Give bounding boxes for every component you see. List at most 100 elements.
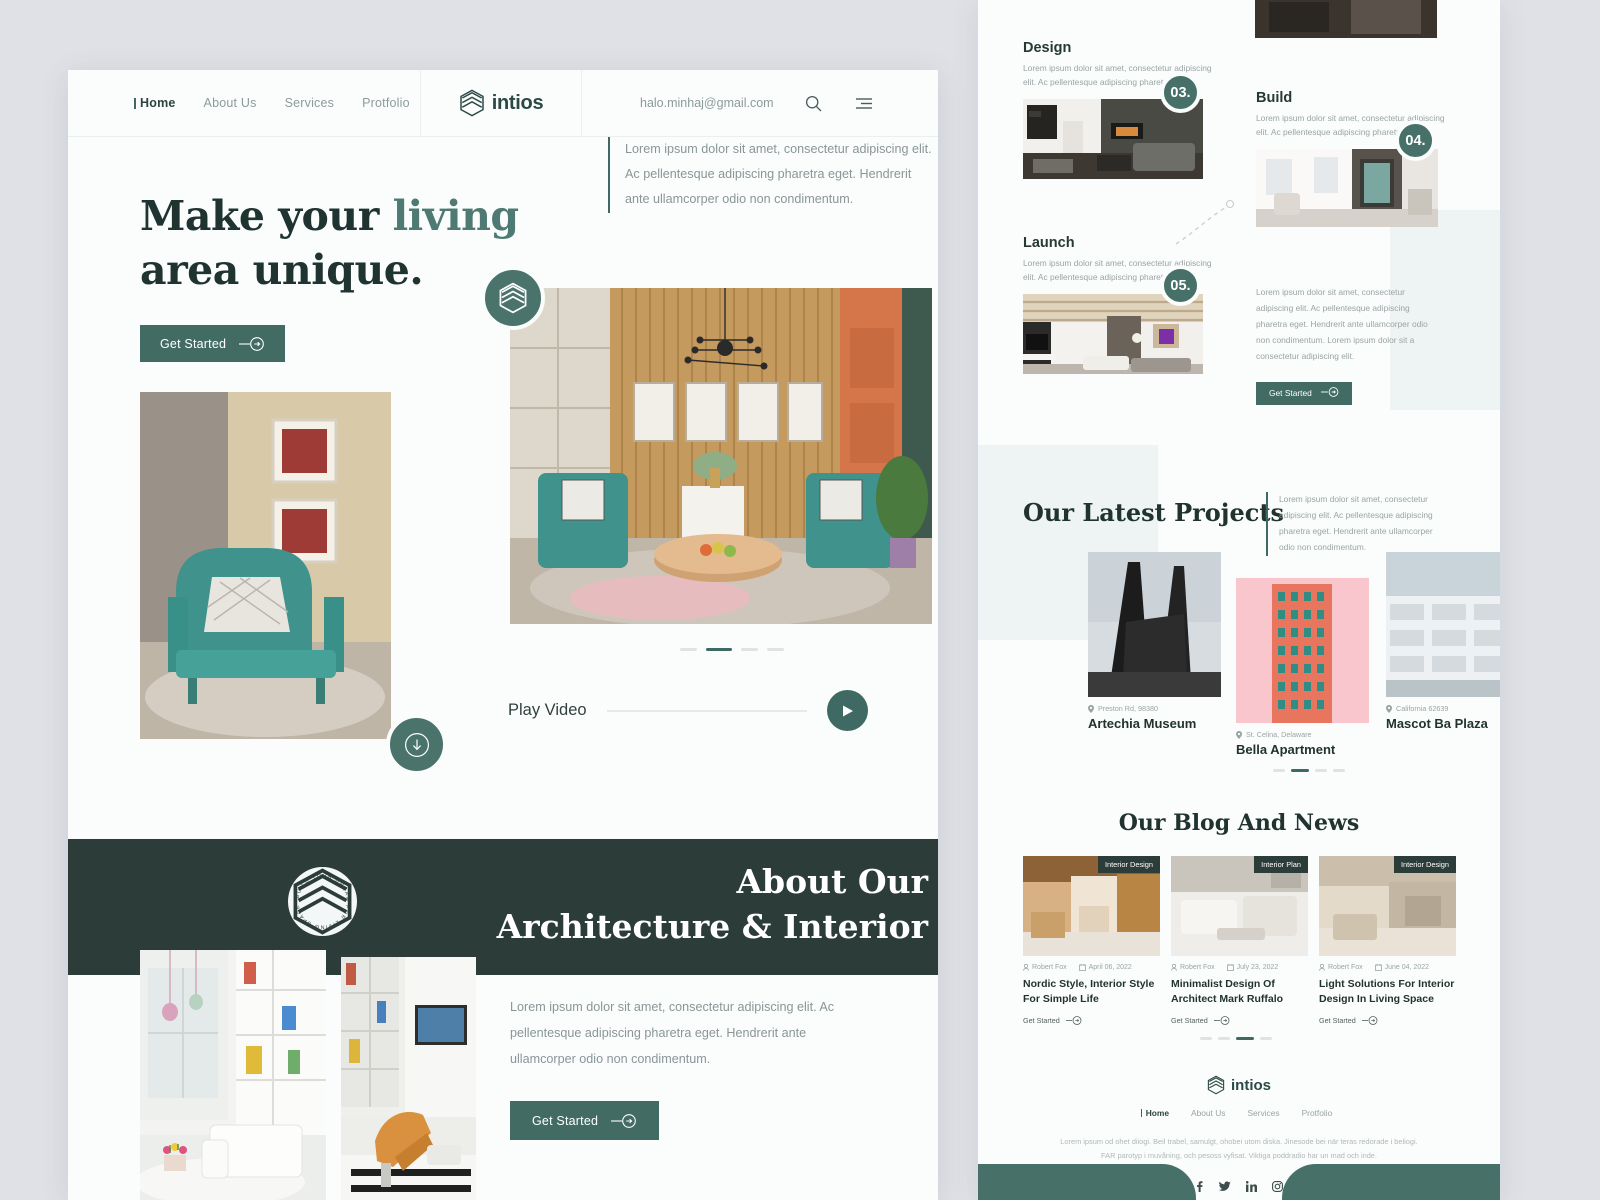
nav-utilities: halo.minhaj@gmail.com <box>582 70 938 136</box>
project-card-bella[interactable]: St. Celina, Delaware Bella Apartment <box>1236 578 1369 757</box>
step-number-03: 03. <box>1160 72 1201 113</box>
steps-get-started-button[interactable]: Get Started <box>1256 381 1352 405</box>
hero-logo-badge <box>481 266 545 330</box>
hamburger-icon[interactable] <box>854 93 874 113</box>
project-location-text: California 62639 <box>1396 704 1449 713</box>
hexagon-layers-icon <box>459 89 484 117</box>
play-video-button[interactable] <box>827 690 868 731</box>
linkedin-icon[interactable] <box>1246 1181 1257 1192</box>
projects-dot[interactable] <box>1315 769 1327 772</box>
blog-date-1: April 06, 2022 <box>1078 964 1132 971</box>
calendar-icon <box>1374 964 1382 971</box>
nav-item-protfolio[interactable]: Protfolio <box>362 96 410 110</box>
instagram-icon[interactable] <box>1272 1181 1283 1192</box>
footer-nav-services[interactable]: Services <box>1247 1108 1279 1118</box>
hero-living-room-image <box>510 288 932 624</box>
blog-thumb-1: Interior Design <box>1023 856 1160 956</box>
blog-tag-1: Interior Design <box>1097 856 1160 873</box>
project-card-artechia[interactable]: Preston Rd, 98380 Artechia Museum <box>1088 552 1221 731</box>
project-location-mascot: California 62639 <box>1386 704 1500 713</box>
about-get-started-button[interactable]: Get Started <box>510 1101 660 1141</box>
step-number-05: 05. <box>1160 265 1201 306</box>
twitter-icon[interactable] <box>1219 1181 1231 1192</box>
footer-brand[interactable]: intios <box>978 1075 1500 1095</box>
map-pin-icon <box>1236 730 1242 739</box>
brand-logo[interactable]: intios <box>421 70 582 136</box>
blog-link-3[interactable]: Get Started <box>1319 1016 1378 1025</box>
projects-dot[interactable] <box>1273 769 1285 772</box>
hero-description: Lorem ipsum dolor sit amet, consectetur … <box>625 142 932 207</box>
about-interior-image-2 <box>341 957 476 1200</box>
calendar-icon <box>1226 964 1234 971</box>
blog-author-text: Robert Fox <box>1180 964 1215 971</box>
play-progress-line[interactable] <box>606 709 807 712</box>
blog-meta-3: Robert Fox June 04, 2022 <box>1319 964 1456 971</box>
blog-meta-1: Robert Fox April 06, 2022 <box>1023 964 1160 971</box>
hero-title-part1: Make your <box>140 192 393 240</box>
project-image-artechia <box>1088 552 1221 697</box>
blog-dot[interactable] <box>1260 1037 1272 1040</box>
slider-dot[interactable] <box>680 648 697 651</box>
footer-nav-protfolio[interactable]: Protfolio <box>1302 1108 1333 1118</box>
footer-text-line2: FAR parotyp i muvåning, och pesoss vyfis… <box>1101 1151 1377 1161</box>
about-interior-image-1 <box>140 950 326 1200</box>
projects-dot[interactable] <box>1333 769 1345 772</box>
project-name-bella: Bella Apartment <box>1236 742 1336 757</box>
hero-get-started-button[interactable]: Get Started <box>140 325 286 363</box>
blog-meta-2: Robert Fox July 23, 2022 <box>1171 964 1308 971</box>
blog-author-text: Robert Fox <box>1328 964 1363 971</box>
facebook-icon[interactable] <box>1195 1181 1204 1192</box>
hexagon-layers-icon <box>1207 1075 1225 1095</box>
blog-date-text: April 06, 2022 <box>1088 964 1132 971</box>
hero-slider-dots <box>680 648 784 651</box>
arrow-right-icon <box>1065 1016 1082 1026</box>
contact-email[interactable]: halo.minhaj@gmail.com <box>640 96 774 110</box>
footer-socials <box>978 1181 1500 1192</box>
blog-card-3[interactable]: Interior Design Robert Fox June 04, 2022… <box>1319 856 1456 1028</box>
projects-dot-active[interactable] <box>1291 769 1309 772</box>
projects-description: Lorem ipsum dolor sit amet, consectetur … <box>1279 494 1433 552</box>
slider-dot[interactable] <box>741 648 758 651</box>
project-name-artechia: Artechia Museum <box>1088 716 1197 731</box>
blog-tag-3: Interior Design <box>1393 856 1456 873</box>
project-card-mascot[interactable]: California 62639 Mascot Ba Plaza <box>1386 552 1500 731</box>
steps-panel-text: Lorem ipsum dolor sit amet, consectetur … <box>1256 285 1436 405</box>
play-icon <box>843 705 853 716</box>
project-image-bella <box>1236 578 1369 723</box>
blog-dot-active[interactable] <box>1236 1037 1254 1040</box>
footer-nav-home[interactable]: Home <box>1140 1108 1169 1118</box>
blog-thumb-2: Interior Plan <box>1171 856 1308 956</box>
footer-text-line1: Lorem ipsum od ohet diiogi. Beil trabel,… <box>1060 1137 1418 1146</box>
nav-item-home[interactable]: Home <box>134 96 176 110</box>
slider-dot[interactable] <box>767 648 784 651</box>
hero-chair-image <box>140 392 391 739</box>
about-description: Lorem ipsum dolor sit amet, consectetur … <box>510 1000 835 1066</box>
blog-author-2: Robert Fox <box>1171 964 1215 971</box>
blog-card-2[interactable]: Interior Plan Robert Fox July 23, 2022 M… <box>1171 856 1308 1028</box>
steps-cta-label: Get Started <box>1269 388 1312 399</box>
slider-dot-active[interactable] <box>706 648 732 651</box>
blog-dot[interactable] <box>1218 1037 1230 1040</box>
nav-item-services[interactable]: Services <box>285 96 335 110</box>
arrow-right-icon <box>611 1114 637 1128</box>
project-image-mascot <box>1386 552 1500 697</box>
hexagon-layers-icon <box>499 282 527 314</box>
projects-title: Our Latest Projects <box>1023 498 1284 527</box>
hero-title-accent: living <box>392 192 520 240</box>
blog-title-2: Minimalist Design Of Architect Mark Ruff… <box>1171 978 1284 1006</box>
footer-nav-about-us[interactable]: About Us <box>1191 1108 1225 1118</box>
blog-thumb-3: Interior Design <box>1319 856 1456 956</box>
right-panel: Design Lorem ipsum dolor sit amet, conse… <box>978 0 1500 1200</box>
nav-item-about-us[interactable]: About Us <box>204 96 257 110</box>
page-root: Home About Us Services Protfolio intios <box>0 0 1600 1200</box>
blog-link-2[interactable]: Get Started <box>1171 1016 1230 1025</box>
blog-card-1[interactable]: Interior Design Robert Fox April 06, 202… <box>1023 856 1160 1028</box>
search-icon[interactable] <box>804 93 824 113</box>
user-icon <box>1319 964 1325 971</box>
footer-brand-name: intios <box>1231 1076 1271 1094</box>
blog-link-1[interactable]: Get Started <box>1023 1016 1082 1025</box>
scroll-down-button[interactable] <box>386 714 447 775</box>
step-build-title: Build <box>1256 90 1293 106</box>
blog-dot[interactable] <box>1200 1037 1212 1040</box>
left-panel: Home About Us Services Protfolio intios <box>68 70 938 1200</box>
